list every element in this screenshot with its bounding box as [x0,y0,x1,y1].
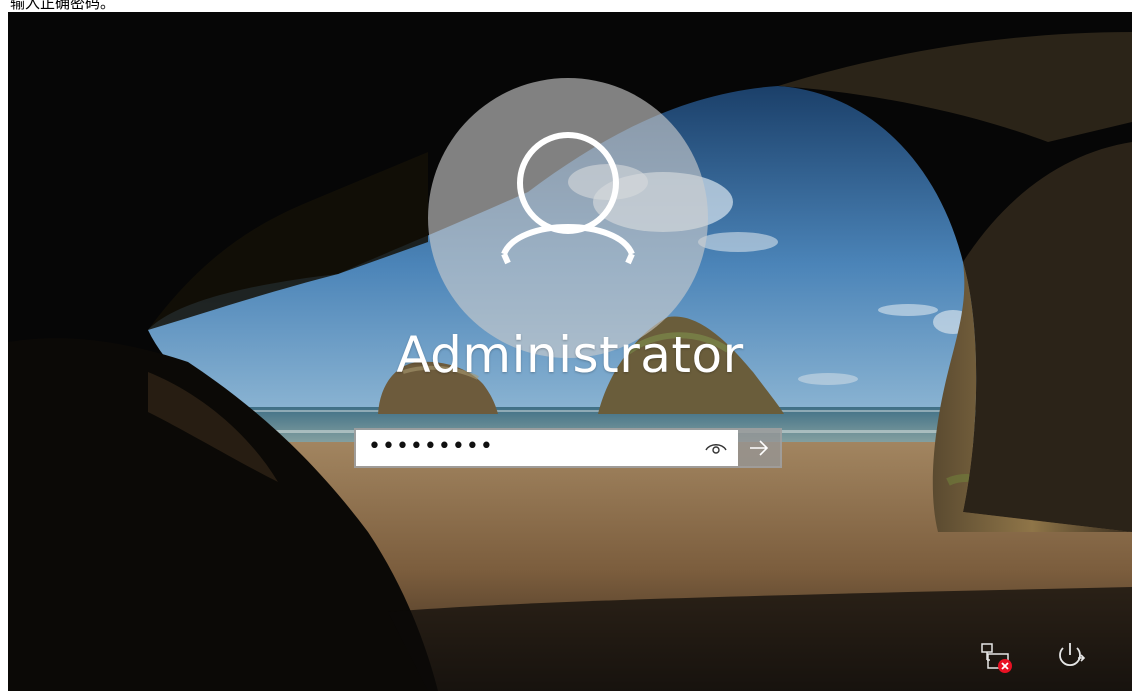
password-box: ••••••••• [354,428,782,468]
eye-icon[interactable] [704,438,728,458]
username-label: Administrator [396,326,744,384]
caption-text: 输入正确密码。 [10,0,116,12]
user-avatar [428,78,708,358]
password-field[interactable]: ••••••••• [356,430,738,466]
network-disconnected-icon [981,643,1012,673]
network-button[interactable] [978,638,1014,674]
caption-strip: 输入正确密码。 [0,0,1132,12]
lock-screen: Administrator ••••••••• [8,12,1132,691]
power-icon [1059,643,1086,667]
password-value: ••••••••• [368,434,494,459]
arrow-right-icon [750,440,769,456]
user-avatar-icon [501,132,635,265]
submit-button[interactable] [738,430,780,466]
power-button[interactable] [1052,638,1088,674]
